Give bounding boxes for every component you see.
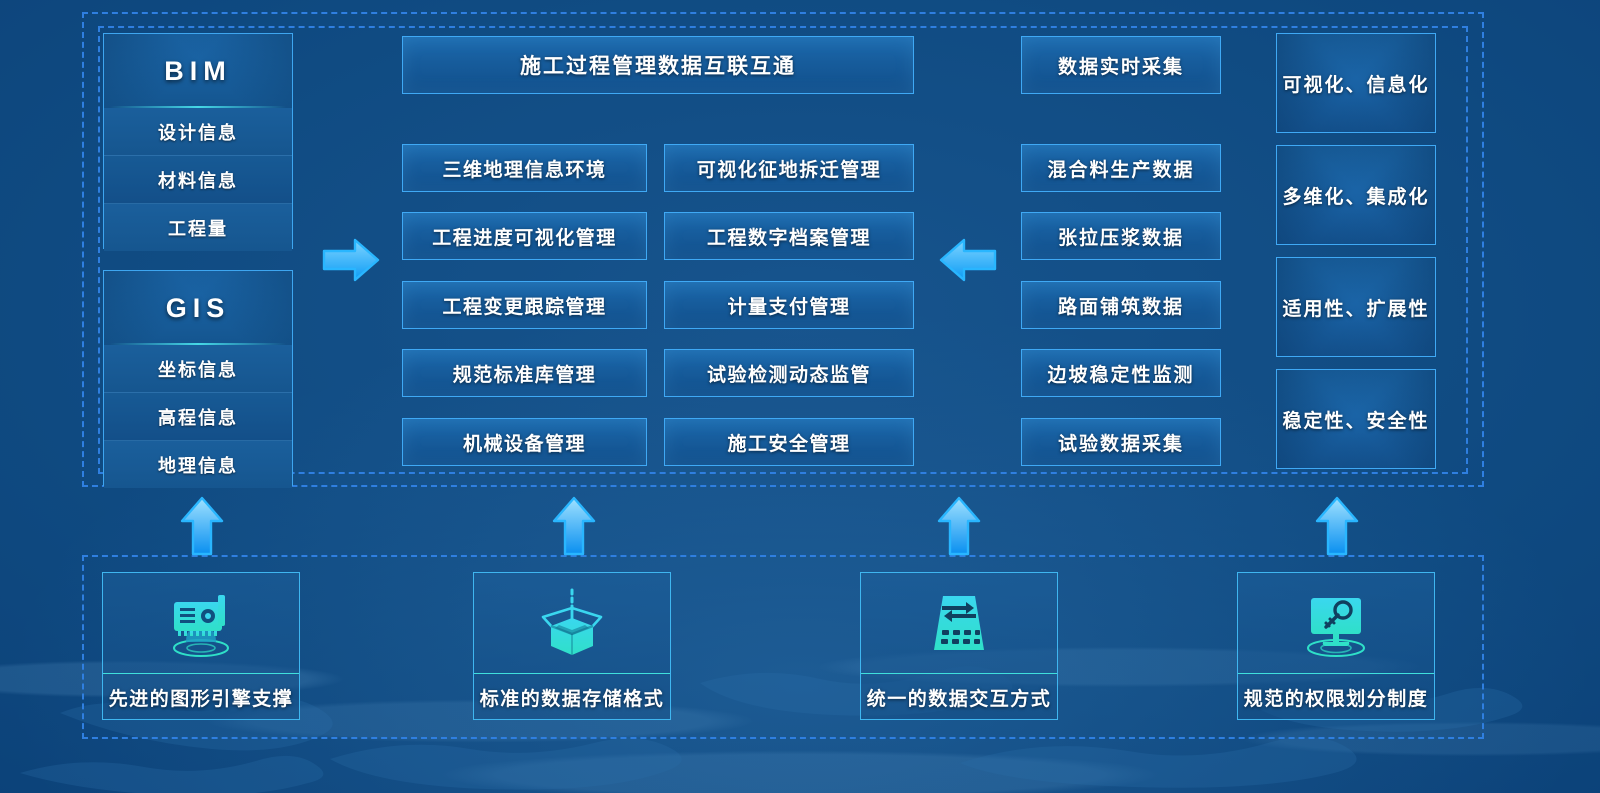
center-header-box[interactable]: 施工过程管理数据互联互通 — [402, 36, 914, 94]
gis-stack[interactable]: GIS 坐标信息 高程信息 地理信息 — [103, 270, 293, 488]
arrow-up-icon-1 — [551, 495, 597, 557]
foundation-label-1: 标准的数据存储格式 — [479, 688, 665, 710]
center-cell-1-0[interactable]: 工程进度可视化管理 — [402, 212, 647, 260]
feature-item-0[interactable]: 可视化、信息化 — [1276, 33, 1436, 133]
center-cell-0-0[interactable]: 三维地理信息环境 — [402, 144, 647, 192]
data-item-2[interactable]: 张拉压浆数据 — [1021, 212, 1221, 260]
bim-item-2[interactable]: 工程量 — [104, 204, 292, 251]
bim-stack[interactable]: BIM 设计信息 材料信息 工程量 — [103, 33, 293, 251]
center-cell-2-1[interactable]: 计量支付管理 — [664, 281, 914, 329]
gis-item-0[interactable]: 坐标信息 — [104, 345, 292, 393]
center-cell-4-1[interactable]: 施工安全管理 — [664, 418, 914, 466]
foundation-label-0: 先进的图形引擎支撑 — [108, 688, 294, 710]
feature-item-3[interactable]: 稳定性、安全性 — [1276, 369, 1436, 469]
data-exchange-icon — [861, 573, 1057, 674]
bim-item-1[interactable]: 材料信息 — [104, 156, 292, 204]
feature-item-2[interactable]: 适用性、扩展性 — [1276, 257, 1436, 357]
arrow-up-icon-0 — [179, 495, 225, 557]
foundation-card-2[interactable]: 统一的数据交互方式 — [860, 572, 1058, 720]
foundation-card-3[interactable]: 规范的权限划分制度 — [1237, 572, 1435, 720]
monitor-key-icon — [1238, 573, 1434, 674]
foundation-label-3: 规范的权限划分制度 — [1243, 688, 1429, 710]
center-cell-3-1[interactable]: 试验检测动态监管 — [664, 349, 914, 397]
center-cell-3-0[interactable]: 规范标准库管理 — [402, 349, 647, 397]
feature-item-1[interactable]: 多维化、集成化 — [1276, 145, 1436, 245]
bim-title: BIM — [104, 34, 292, 108]
graphics-card-icon — [103, 573, 299, 674]
data-item-1[interactable]: 混合料生产数据 — [1021, 144, 1221, 192]
gis-title: GIS — [104, 271, 292, 345]
arrow-left-icon — [938, 235, 998, 285]
bim-item-0[interactable]: 设计信息 — [104, 108, 292, 156]
arrow-right-icon — [321, 235, 381, 285]
arrow-up-icon-3 — [1314, 495, 1360, 557]
center-cell-1-1[interactable]: 工程数字档案管理 — [664, 212, 914, 260]
arrow-up-icon-2 — [936, 495, 982, 557]
data-item-5[interactable]: 试验数据采集 — [1021, 418, 1221, 466]
center-cell-2-0[interactable]: 工程变更跟踪管理 — [402, 281, 647, 329]
center-cell-4-0[interactable]: 机械设备管理 — [402, 418, 647, 466]
center-cell-0-1[interactable]: 可视化征地拆迁管理 — [664, 144, 914, 192]
gis-item-1[interactable]: 高程信息 — [104, 393, 292, 441]
data-item-4[interactable]: 边坡稳定性监测 — [1021, 349, 1221, 397]
gis-item-2[interactable]: 地理信息 — [104, 441, 292, 488]
data-item-0[interactable]: 数据实时采集 — [1021, 36, 1221, 94]
foundation-label-2: 统一的数据交互方式 — [866, 688, 1052, 710]
diagram-canvas: BIM 设计信息 材料信息 工程量 GIS 坐标信息 高程信息 地理信息 施工过… — [0, 0, 1600, 793]
foundation-card-1[interactable]: 标准的数据存储格式 — [473, 572, 671, 720]
data-item-3[interactable]: 路面铺筑数据 — [1021, 281, 1221, 329]
foundation-card-0[interactable]: 先进的图形引擎支撑 — [102, 572, 300, 720]
open-box-icon — [474, 573, 670, 674]
